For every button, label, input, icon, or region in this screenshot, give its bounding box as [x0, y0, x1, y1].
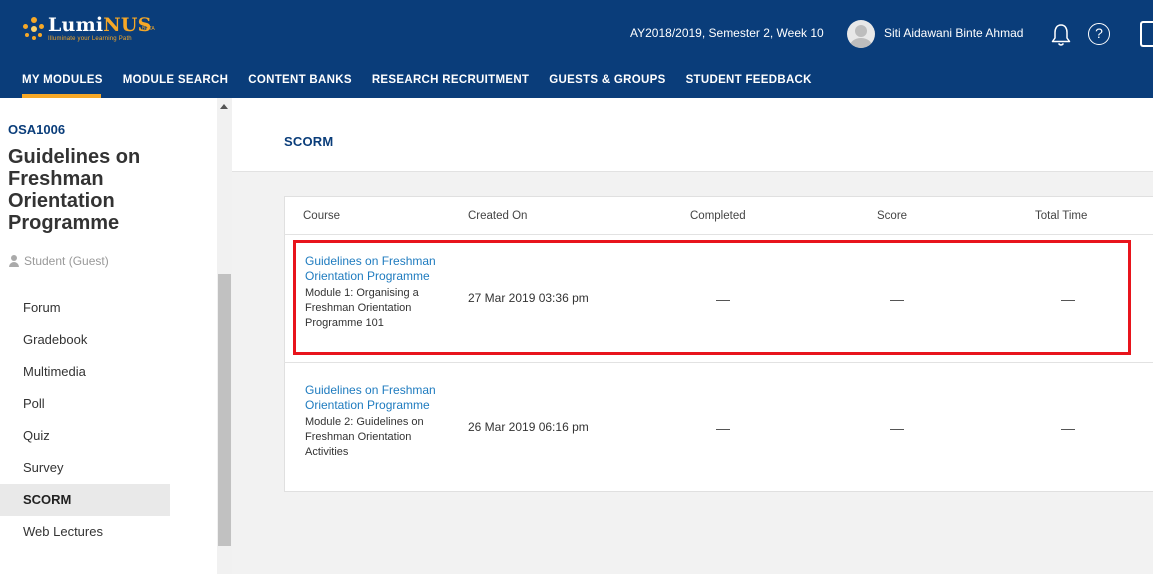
user-name[interactable]: Siti Aidawani Binte Ahmad — [884, 26, 1023, 40]
luminus-logo[interactable]: LumiNUS Illuminate your Learning Path BE… — [22, 14, 155, 42]
total-time-cell — [1061, 300, 1075, 301]
table-row: Guidelines on Freshman Orientation Progr… — [305, 254, 455, 331]
menu-item-scorm[interactable]: SCORM — [0, 484, 170, 516]
course-link[interactable]: Guidelines on Freshman Orientation Progr… — [305, 383, 455, 413]
nav-student-feedback[interactable]: STUDENT FEEDBACK — [675, 70, 821, 98]
role-label: Student (Guest) — [8, 254, 109, 268]
column-header-completed[interactable]: Completed — [690, 210, 746, 222]
module-menu: Forum Gradebook Multimedia Poll Quiz Sur… — [0, 292, 170, 548]
row-divider — [284, 362, 1153, 363]
bell-icon[interactable] — [1050, 22, 1072, 48]
menu-item-survey[interactable]: Survey — [0, 452, 170, 484]
completed-cell — [716, 429, 730, 430]
menu-item-multimedia[interactable]: Multimedia — [0, 356, 170, 388]
course-code: OSA1006 — [8, 122, 66, 137]
main-nav: MY MODULES MODULE SEARCH CONTENT BANKS R… — [0, 70, 821, 98]
brand-tagline: Illuminate your Learning Path — [48, 36, 132, 42]
top-bar: LumiNUS Illuminate your Learning Path BE… — [0, 0, 1153, 98]
menu-item-forum[interactable]: Forum — [0, 292, 170, 324]
header-divider — [284, 234, 1153, 235]
course-title: Guidelines on Freshman Orientation Progr… — [8, 146, 141, 234]
course-module: Module 2: Guidelines on Freshman Orienta… — [305, 416, 424, 458]
logo-sparkle-icon — [22, 17, 46, 41]
column-header-total-time[interactable]: Total Time — [1035, 210, 1087, 222]
page-header: SCORM — [232, 98, 1153, 172]
role-text: Student (Guest) — [24, 254, 109, 268]
page-title: SCORM — [284, 134, 334, 149]
brand-name: LumiNUS — [48, 14, 152, 36]
column-header-created-on[interactable]: Created On — [468, 210, 527, 222]
module-sidebar: OSA1006 Guidelines on Freshman Orientati… — [0, 98, 232, 574]
nav-module-search[interactable]: MODULE SEARCH — [112, 70, 238, 98]
nav-my-modules[interactable]: MY MODULES — [22, 70, 112, 98]
column-header-score[interactable]: Score — [877, 210, 907, 222]
main-content: SCORM Course Created On Completed Score … — [232, 98, 1153, 574]
menu-item-web-lectures[interactable]: Web Lectures — [0, 516, 170, 548]
sidebar-scrollbar[interactable] — [217, 98, 232, 574]
column-header-course[interactable]: Course — [303, 210, 340, 222]
help-icon[interactable]: ? — [1088, 23, 1110, 45]
panel-toggle-icon[interactable] — [1140, 21, 1153, 47]
table-row: Guidelines on Freshman Orientation Progr… — [305, 383, 455, 460]
beta-badge: BETA — [142, 26, 155, 32]
created-on-cell: 26 Mar 2019 06:16 pm — [468, 420, 589, 434]
nav-content-banks[interactable]: CONTENT BANKS — [237, 70, 361, 98]
created-on-cell: 27 Mar 2019 03:36 pm — [468, 291, 589, 305]
menu-item-poll[interactable]: Poll — [0, 388, 170, 420]
scroll-thumb[interactable] — [218, 274, 231, 546]
nav-guests-groups[interactable]: GUESTS & GROUPS — [538, 70, 674, 98]
course-module: Module 1: Organising a Freshman Orientat… — [305, 287, 419, 329]
nav-research-recruitment[interactable]: RESEARCH RECRUITMENT — [361, 70, 538, 98]
semester-label: AY2018/2019, Semester 2, Week 10 — [630, 26, 824, 40]
user-avatar[interactable] — [847, 20, 875, 48]
score-cell — [890, 300, 904, 301]
score-cell — [890, 429, 904, 430]
total-time-cell — [1061, 429, 1075, 430]
scroll-up-arrow-icon[interactable] — [220, 104, 228, 109]
completed-cell — [716, 300, 730, 301]
user-icon — [8, 255, 20, 267]
menu-item-quiz[interactable]: Quiz — [0, 420, 170, 452]
course-link[interactable]: Guidelines on Freshman Orientation Progr… — [305, 254, 455, 284]
menu-item-gradebook[interactable]: Gradebook — [0, 324, 170, 356]
